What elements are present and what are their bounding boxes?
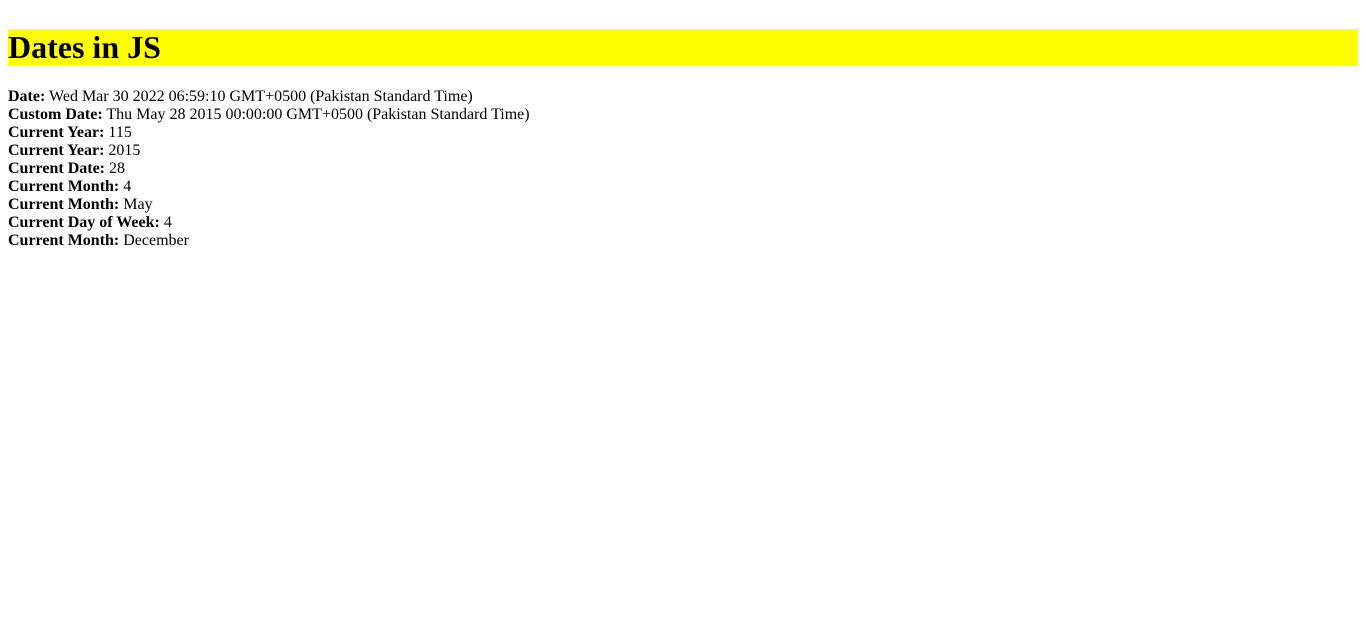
current-date-value: 28	[109, 160, 126, 177]
current-full-year-line: Current Year: 2015	[8, 142, 1358, 160]
current-month-december-label: Current Month:	[8, 232, 120, 249]
current-day-of-week-label: Current Day of Week:	[8, 214, 160, 231]
current-month-name-line: Current Month: May	[8, 196, 1358, 214]
custom-date-value: Thu May 28 2015 00:00:00 GMT+0500 (Pakis…	[106, 106, 530, 123]
current-day-of-week-line: Current Day of Week: 4	[8, 214, 1358, 232]
current-year-line: Current Year: 115	[8, 124, 1358, 142]
current-month-december-value: December	[123, 232, 189, 249]
page-title: Dates in JS	[8, 29, 1358, 66]
current-year-label: Current Year:	[8, 124, 105, 141]
date-label: Date:	[8, 88, 46, 105]
current-month-name-value: May	[123, 196, 153, 213]
current-month-index-value: 4	[123, 178, 132, 195]
current-month-name-label: Current Month:	[8, 196, 120, 213]
date-value: Wed Mar 30 2022 06:59:10 GMT+0500 (Pakis…	[49, 88, 473, 105]
date-output-list: Date: Wed Mar 30 2022 06:59:10 GMT+0500 …	[8, 88, 1358, 250]
current-day-of-week-value: 4	[163, 214, 172, 231]
page: Dates in JS Date: Wed Mar 30 2022 06:59:…	[0, 29, 1366, 250]
date-line: Date: Wed Mar 30 2022 06:59:10 GMT+0500 …	[8, 88, 1358, 106]
current-year-value: 115	[108, 124, 132, 141]
custom-date-line: Custom Date: Thu May 28 2015 00:00:00 GM…	[8, 106, 1358, 124]
custom-date-label: Custom Date:	[8, 106, 103, 123]
current-full-year-label: Current Year:	[8, 142, 105, 159]
current-date-line: Current Date: 28	[8, 160, 1358, 178]
current-full-year-value: 2015	[108, 142, 141, 159]
current-month-index-label: Current Month:	[8, 178, 120, 195]
current-month-december-line: Current Month: December	[8, 232, 1358, 250]
current-month-index-line: Current Month: 4	[8, 178, 1358, 196]
current-date-label: Current Date:	[8, 160, 106, 177]
